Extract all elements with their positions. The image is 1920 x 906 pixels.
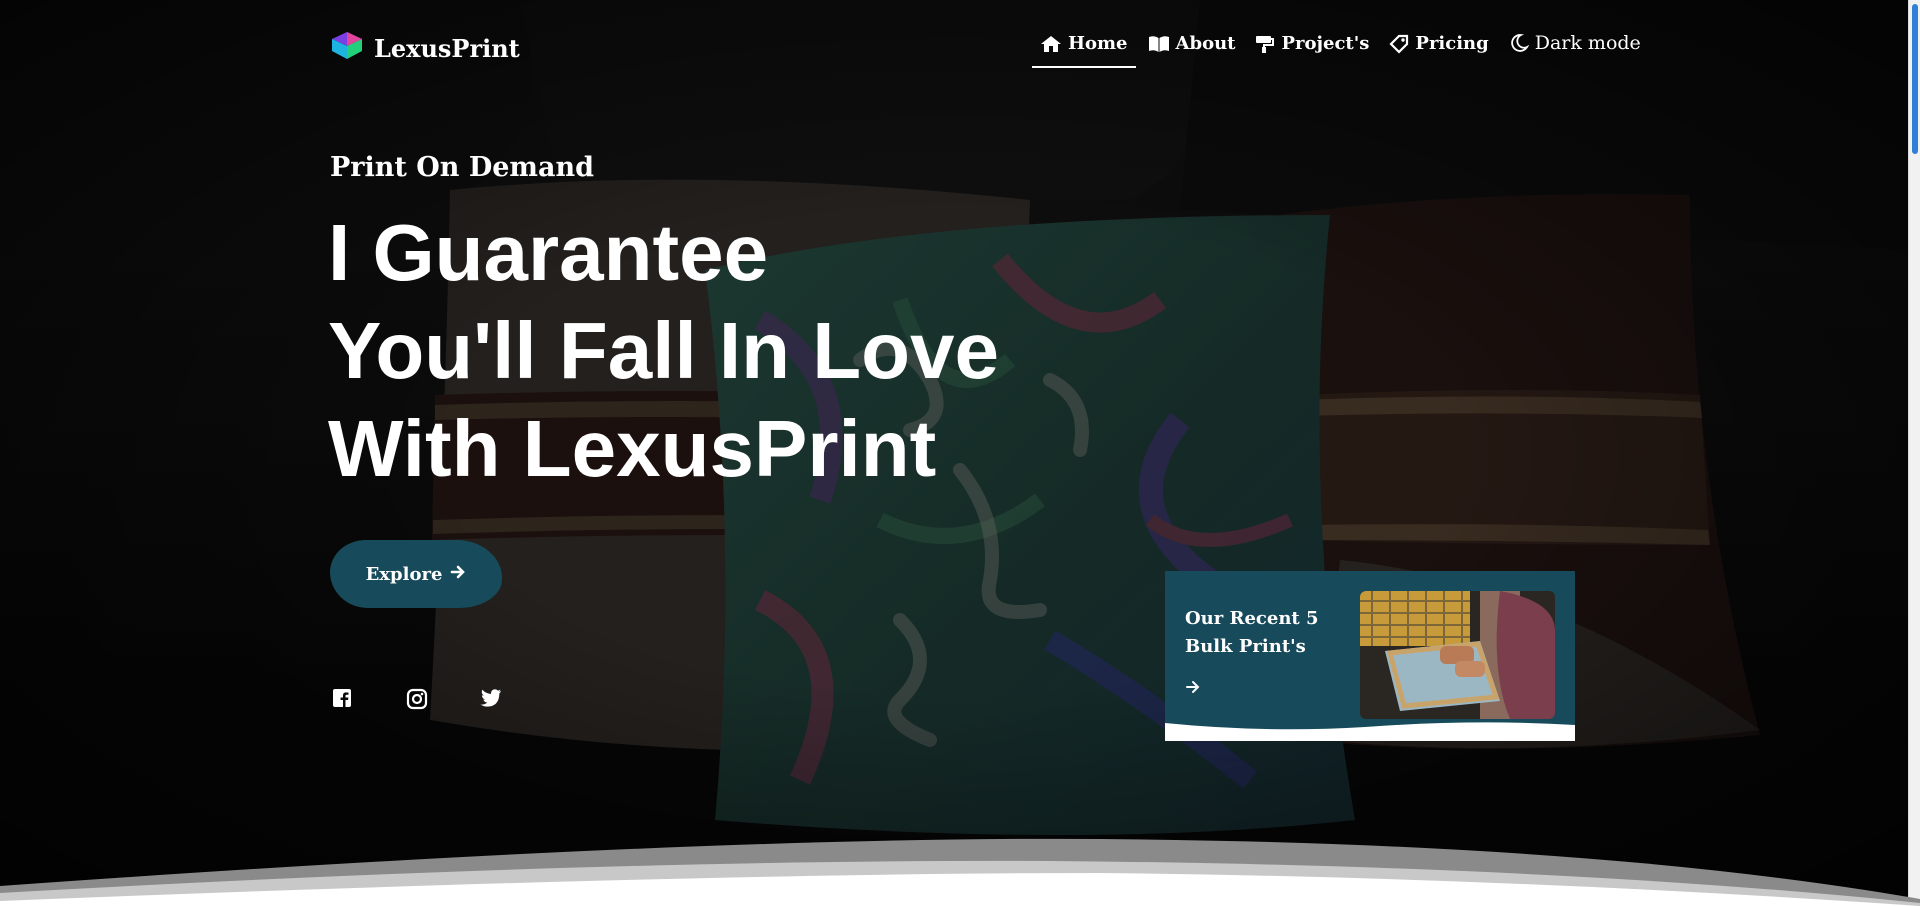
- recent-prints-card[interactable]: Our Recent 5 Bulk Print's: [1165, 571, 1575, 741]
- nav-label-home: Home: [1068, 33, 1128, 54]
- card-wave-decoration: [1165, 722, 1575, 741]
- nav-item-home[interactable]: Home: [1030, 29, 1138, 68]
- arrow-right-icon[interactable]: [1185, 679, 1201, 699]
- arrow-right-icon: [450, 564, 466, 585]
- moon-icon: [1509, 33, 1529, 53]
- nav-item-pricing[interactable]: Pricing: [1379, 29, 1498, 68]
- facebook-icon[interactable]: [332, 688, 354, 710]
- headline-line-2: You'll Fall In Love: [328, 302, 999, 400]
- headline-line-2-bold: Fall In Love: [558, 306, 999, 395]
- cube-logo-icon: [330, 30, 364, 66]
- home-icon: [1040, 35, 1062, 53]
- brand-logo[interactable]: LexusPrint: [330, 30, 520, 66]
- tag-icon: [1389, 34, 1409, 54]
- headline-line-2-regular: You'll: [328, 306, 537, 395]
- nav-label-about: About: [1175, 33, 1236, 54]
- headline-line-1: I Guarantee: [328, 208, 769, 297]
- nav-item-about[interactable]: About: [1138, 29, 1246, 68]
- instagram-icon[interactable]: [406, 688, 428, 710]
- dark-mode-toggle[interactable]: Dark mode: [1499, 28, 1651, 68]
- book-icon: [1148, 35, 1170, 53]
- bottom-wave-decoration: [0, 838, 1920, 906]
- nav-label-pricing: Pricing: [1415, 33, 1489, 54]
- scrollbar-thumb[interactable]: [1912, 4, 1918, 154]
- nav-item-projects[interactable]: Project's: [1245, 29, 1379, 68]
- main-nav: Home About Project's Pricing Dark mode: [1030, 28, 1651, 68]
- recent-card-title-line-1: Our Recent 5: [1185, 608, 1319, 629]
- hero-headline: I Guarantee You'll Fall In Love With Lex…: [328, 204, 999, 498]
- explore-label: Explore: [365, 563, 443, 585]
- dark-mode-label: Dark mode: [1534, 32, 1641, 54]
- brand-name: LexusPrint: [374, 33, 520, 63]
- twitter-icon[interactable]: [480, 688, 502, 710]
- hero-eyebrow: Print On Demand: [330, 152, 595, 183]
- headline-line-3: With LexusPrint: [328, 404, 937, 493]
- recent-card-title-line-2: Bulk Print's: [1185, 636, 1306, 657]
- social-links: [332, 688, 502, 710]
- explore-button[interactable]: Explore: [330, 540, 502, 608]
- nav-label-projects: Project's: [1281, 33, 1370, 54]
- paint-roller-icon: [1255, 34, 1275, 54]
- recent-card-title: Our Recent 5 Bulk Print's: [1185, 605, 1335, 661]
- recent-prints-thumbnail: [1360, 591, 1555, 719]
- page-scrollbar[interactable]: [1908, 0, 1920, 906]
